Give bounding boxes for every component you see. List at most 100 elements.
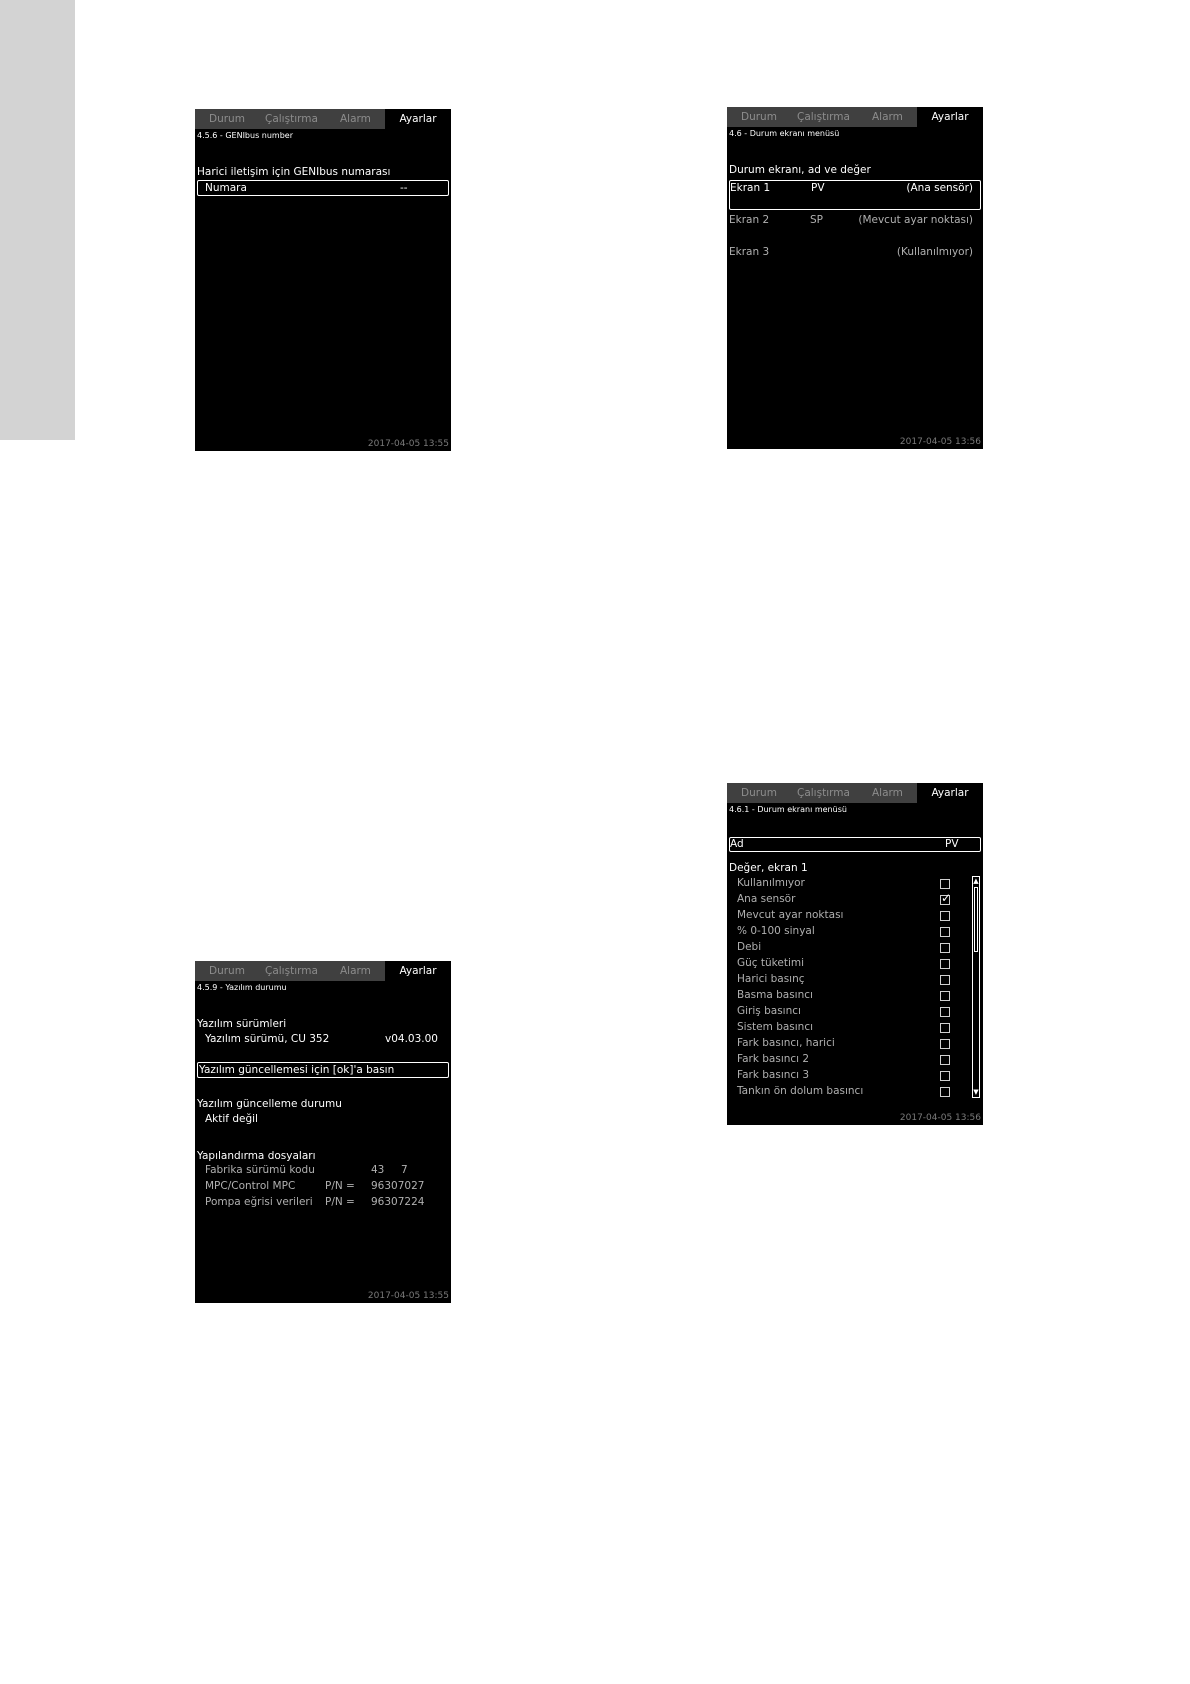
value-option-label: % 0-100 sinyal	[737, 925, 815, 937]
checkmark-icon: ✓	[941, 891, 952, 905]
page-side-strip	[0, 0, 75, 440]
checkbox-icon[interactable]	[940, 1055, 950, 1065]
section-heading: Durum ekranı, ad ve değer	[729, 164, 871, 176]
screen-status-display-value: Durum Çalıştırma Alarm Ayarlar 4.6.1 - D…	[727, 783, 983, 1125]
software-update-button[interactable]: Yazılım güncellemesi için [ok]'a basın	[197, 1062, 449, 1078]
display-name: PV	[811, 182, 825, 194]
screen-software-status: Durum Çalıştırma Alarm Ayarlar 4.5.9 - Y…	[195, 961, 451, 1303]
tab-bar: Durum Çalıştırma Alarm Ayarlar	[195, 109, 451, 129]
config-value: 96307027	[371, 1180, 425, 1192]
update-prompt: Yazılım güncellemesi için [ok]'a basın	[199, 1064, 395, 1076]
field-label: Numara	[205, 182, 247, 194]
value-option-label: Fark basıncı 3	[737, 1069, 810, 1081]
name-field[interactable]: Ad PV	[729, 837, 981, 852]
checkbox-icon[interactable]	[940, 1023, 950, 1033]
version-label: Yazılım sürümü, CU 352	[205, 1033, 330, 1045]
value-option-label: Güç tüketimi	[737, 957, 805, 969]
genibus-number-field[interactable]: Numara --	[197, 180, 449, 196]
tab-bar: Durum Çalıştırma Alarm Ayarlar	[727, 107, 983, 127]
checkbox-icon[interactable]	[940, 879, 950, 889]
config-pn: P/N =	[325, 1180, 355, 1192]
breadcrumb: 4.6.1 - Durum ekranı menüsü	[729, 805, 847, 814]
tab-ayarlar[interactable]: Ayarlar	[385, 961, 451, 981]
tab-ayarlar[interactable]: Ayarlar	[917, 783, 983, 803]
tab-durum[interactable]: Durum	[741, 783, 777, 803]
config-pn: P/N =	[325, 1196, 355, 1208]
checkbox-icon[interactable]	[940, 1007, 950, 1017]
tab-calistirma[interactable]: Çalıştırma	[797, 107, 850, 127]
display-value: (Mevcut ayar noktası)	[858, 214, 973, 226]
tab-bar: Durum Çalıştırma Alarm Ayarlar	[195, 961, 451, 981]
display-value: (Ana sensör)	[906, 182, 973, 194]
tab-durum[interactable]: Durum	[209, 961, 245, 981]
checkbox-icon[interactable]	[940, 1087, 950, 1097]
tab-calistirma[interactable]: Çalıştırma	[265, 109, 318, 129]
value-option-label: Harici basınç	[737, 973, 805, 985]
tab-alarm[interactable]: Alarm	[872, 107, 903, 127]
display-value: (Kullanılmıyor)	[896, 246, 973, 258]
config-value: 43 7	[371, 1164, 408, 1176]
display-screen-label: Ekran 2	[729, 214, 770, 226]
display-screen-label: Ekran 1	[730, 182, 771, 194]
checkbox-icon[interactable]	[940, 911, 950, 921]
config-value: 96307224	[371, 1196, 425, 1208]
tab-ayarlar[interactable]: Ayarlar	[917, 107, 983, 127]
breadcrumb: 4.5.6 - GENIbus number	[197, 131, 294, 140]
display-row-1[interactable]: Ekran 1 PV (Ana sensör)	[729, 180, 981, 210]
breadcrumb: 4.6 - Durum ekranı menüsü	[729, 129, 840, 138]
name-label: Ad	[730, 838, 744, 850]
value-option-label: Giriş basıncı	[737, 1005, 801, 1017]
checkbox-icon[interactable]	[940, 1039, 950, 1049]
tab-alarm[interactable]: Alarm	[872, 783, 903, 803]
tab-calistirma[interactable]: Çalıştırma	[265, 961, 318, 981]
scrollbar[interactable]: ▲ ▼	[972, 876, 980, 1098]
value-option-label: Tankın ön dolum basıncı	[737, 1085, 864, 1097]
value-option-label: Mevcut ayar noktası	[737, 909, 844, 921]
checkbox-icon[interactable]	[940, 943, 950, 953]
config-heading: Yapılandırma dosyaları	[197, 1150, 316, 1162]
tab-durum[interactable]: Durum	[741, 107, 777, 127]
display-screen-label: Ekran 3	[729, 246, 770, 258]
checkbox-icon[interactable]	[940, 991, 950, 1001]
breadcrumb: 4.5.9 - Yazılım durumu	[197, 983, 287, 992]
timestamp: 2017-04-05 13:55	[367, 439, 449, 449]
tab-alarm[interactable]: Alarm	[340, 961, 371, 981]
value-option-label: Basma basıncı	[737, 989, 813, 1001]
timestamp: 2017-04-05 13:55	[367, 1291, 449, 1301]
display-name: SP	[810, 214, 823, 226]
value-option-label: Debi	[737, 941, 762, 953]
value-option-label: Sistem basıncı	[737, 1021, 814, 1033]
scroll-down-icon[interactable]: ▼	[973, 1089, 979, 1096]
tab-alarm[interactable]: Alarm	[340, 109, 371, 129]
config-label: MPC/Control MPC	[205, 1180, 296, 1192]
field-value: --	[400, 182, 408, 194]
tab-bar: Durum Çalıştırma Alarm Ayarlar	[727, 783, 983, 803]
scroll-up-icon[interactable]: ▲	[973, 878, 979, 885]
timestamp: 2017-04-05 13:56	[899, 437, 981, 447]
checkbox-icon[interactable]	[940, 975, 950, 985]
section-heading: Harici iletişim için GENIbus numarası	[197, 166, 391, 178]
update-status-value: Aktif değil	[205, 1113, 258, 1125]
update-status-heading: Yazılım güncelleme durumu	[197, 1098, 342, 1110]
versions-heading: Yazılım sürümleri	[197, 1018, 287, 1030]
value-option-label: Fark basıncı, harici	[737, 1037, 835, 1049]
tab-durum[interactable]: Durum	[209, 109, 245, 129]
screen-status-display-menu: Durum Çalıştırma Alarm Ayarlar 4.6 - Dur…	[727, 107, 983, 449]
checkbox-checked-icon[interactable]: ✓	[940, 891, 952, 905]
value-option-label: Fark basıncı 2	[737, 1053, 810, 1065]
checkbox-icon[interactable]	[940, 927, 950, 937]
tab-calistirma[interactable]: Çalıştırma	[797, 783, 850, 803]
config-label: Pompa eğrisi verileri	[205, 1196, 313, 1208]
checkbox-icon[interactable]	[940, 1071, 950, 1081]
config-label: Fabrika sürümü kodu	[205, 1164, 315, 1176]
tab-ayarlar[interactable]: Ayarlar	[385, 109, 451, 129]
screen-genibus-number: Durum Çalıştırma Alarm Ayarlar 4.5.6 - G…	[195, 109, 451, 451]
value-option-label: Ana sensör	[737, 893, 796, 905]
checkbox-icon[interactable]	[940, 959, 950, 969]
name-value: PV	[945, 838, 959, 850]
timestamp: 2017-04-05 13:56	[899, 1113, 981, 1123]
version-value: v04.03.00	[385, 1033, 438, 1045]
list-heading: Değer, ekran 1	[729, 862, 808, 874]
value-option-label: Kullanılmıyor	[737, 877, 805, 889]
scroll-thumb[interactable]	[974, 887, 978, 952]
